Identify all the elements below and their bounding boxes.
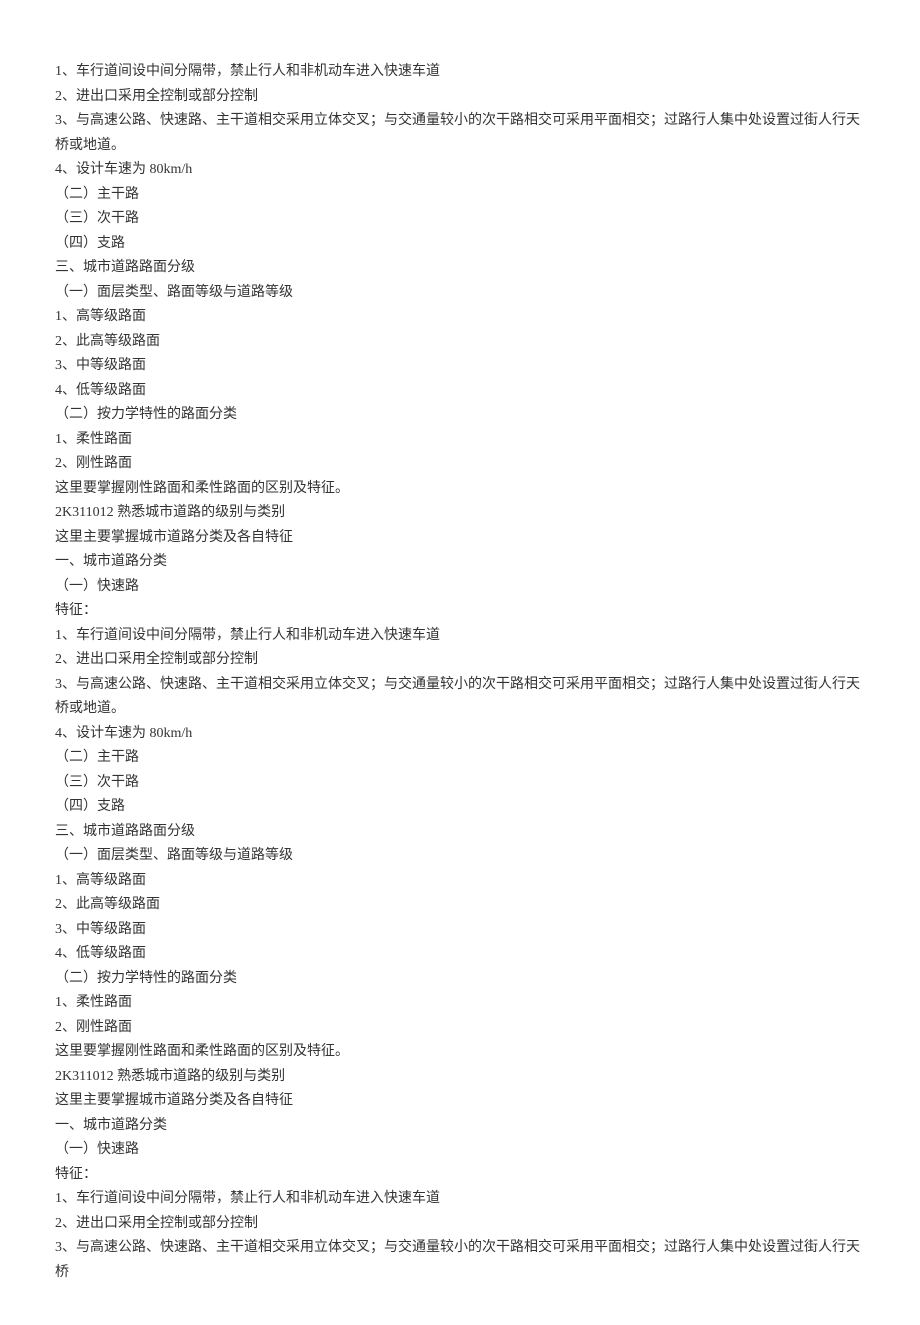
- text-line: 4、低等级路面: [55, 942, 865, 967]
- text-line: 2、刚性路面: [55, 1016, 865, 1041]
- text-line: （四）支路: [55, 232, 865, 257]
- text-line: 三、城市道路路面分级: [55, 820, 865, 845]
- text-line: （三）次干路: [55, 771, 865, 796]
- text-line: 这里主要掌握城市道路分类及各自特征: [55, 1089, 865, 1114]
- text-line: （一）面层类型、路面等级与道路等级: [55, 281, 865, 306]
- text-line: 1、柔性路面: [55, 991, 865, 1016]
- text-line: 这里主要掌握城市道路分类及各自特征: [55, 526, 865, 551]
- text-line: 一、城市道路分类: [55, 550, 865, 575]
- text-line: 一、城市道路分类: [55, 1114, 865, 1139]
- text-line: 2、此高等级路面: [55, 330, 865, 355]
- text-line: 2、进出口采用全控制或部分控制: [55, 1212, 865, 1237]
- text-line: 1、柔性路面: [55, 428, 865, 453]
- text-line: （一）快速路: [55, 1138, 865, 1163]
- text-line: （四）支路: [55, 795, 865, 820]
- text-line: （二）主干路: [55, 183, 865, 208]
- text-line: 2K311012 熟悉城市道路的级别与类别: [55, 1065, 865, 1090]
- text-line: 三、城市道路路面分级: [55, 256, 865, 281]
- text-line: 1、高等级路面: [55, 869, 865, 894]
- text-line: 4、设计车速为 80km/h: [55, 158, 865, 183]
- text-line: （二）主干路: [55, 746, 865, 771]
- text-line: （三）次干路: [55, 207, 865, 232]
- text-line: 2、进出口采用全控制或部分控制: [55, 648, 865, 673]
- text-line: （二）按力学特性的路面分类: [55, 967, 865, 992]
- text-line: （二）按力学特性的路面分类: [55, 403, 865, 428]
- text-line: （一）快速路: [55, 575, 865, 600]
- text-line: 1、车行道间设中间分隔带，禁止行人和非机动车进入快速车道: [55, 60, 865, 85]
- text-line: 这里要掌握刚性路面和柔性路面的区别及特征。: [55, 477, 865, 502]
- text-line: 3、与高速公路、快速路、主干道相交采用立体交叉；与交通量较小的次干路相交可采用平…: [55, 673, 865, 722]
- text-line: 3、与高速公路、快速路、主干道相交采用立体交叉；与交通量较小的次干路相交可采用平…: [55, 109, 865, 158]
- text-line: 2K311012 熟悉城市道路的级别与类别: [55, 501, 865, 526]
- document-body: 1、车行道间设中间分隔带，禁止行人和非机动车进入快速车道 2、进出口采用全控制或…: [55, 60, 865, 1285]
- text-line: 4、低等级路面: [55, 379, 865, 404]
- text-line: 3、与高速公路、快速路、主干道相交采用立体交叉；与交通量较小的次干路相交可采用平…: [55, 1236, 865, 1285]
- text-line: 1、高等级路面: [55, 305, 865, 330]
- text-line: 4、设计车速为 80km/h: [55, 722, 865, 747]
- text-line: 2、进出口采用全控制或部分控制: [55, 85, 865, 110]
- text-line: 特征：: [55, 1163, 865, 1188]
- text-line: 特征：: [55, 599, 865, 624]
- text-line: 3、中等级路面: [55, 354, 865, 379]
- text-line: 2、刚性路面: [55, 452, 865, 477]
- text-line: 2、此高等级路面: [55, 893, 865, 918]
- text-line: 1、车行道间设中间分隔带，禁止行人和非机动车进入快速车道: [55, 1187, 865, 1212]
- text-line: 这里要掌握刚性路面和柔性路面的区别及特征。: [55, 1040, 865, 1065]
- text-line: 3、中等级路面: [55, 918, 865, 943]
- text-line: （一）面层类型、路面等级与道路等级: [55, 844, 865, 869]
- text-line: 1、车行道间设中间分隔带，禁止行人和非机动车进入快速车道: [55, 624, 865, 649]
